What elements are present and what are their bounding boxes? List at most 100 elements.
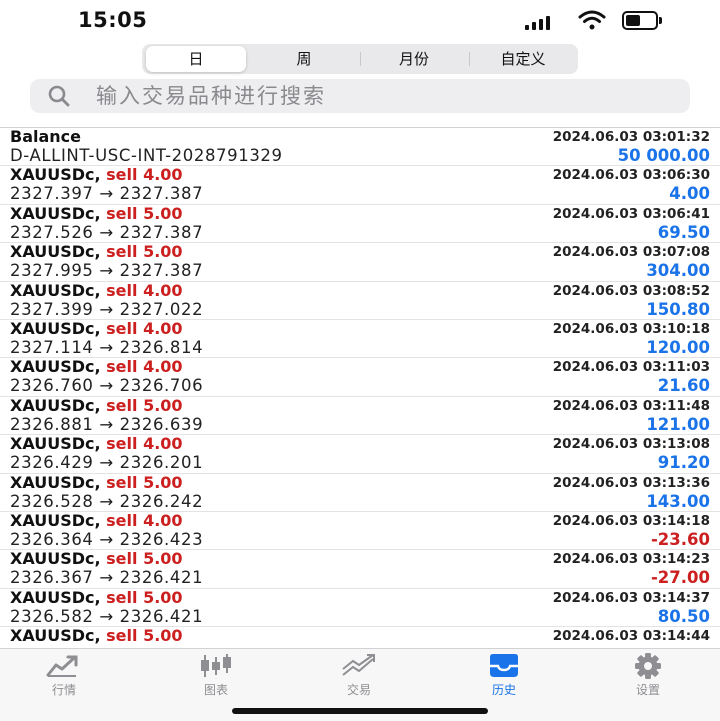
deal-prices: 2326.364 → 2326.423 [10, 529, 204, 549]
deal-title: XAUUSDc, sell 4.00 [10, 435, 183, 453]
deal-time: 2024.06.03 03:08:52 [552, 282, 710, 299]
deal-side-volume: sell 4.00 [106, 318, 183, 338]
deal-title: XAUUSDc, sell 4.00 [10, 166, 183, 184]
search-placeholder: 输入交易品种进行搜索 [96, 84, 326, 108]
deal-time: 2024.06.03 03:14:37 [552, 589, 710, 606]
period-segmented-control: 日 周 月份 自定义 [142, 44, 578, 74]
deal-row[interactable]: XAUUSDc, sell 4.00 2024.06.03 03:14:18 232… [0, 510, 720, 551]
deal-row[interactable]: XAUUSDc, sell 4.00 2024.06.03 03:08:52 232… [0, 280, 720, 320]
deal-time: 2024.06.03 03:14:44 [552, 628, 710, 645]
deal-symbol: XAUUSDc, [10, 395, 101, 415]
deal-symbol: XAUUSDc, [10, 549, 101, 569]
deal-symbol: XAUUSDc, [10, 626, 101, 646]
deal-prices: 2327.399 → 2327.022 [10, 299, 204, 319]
balance-row[interactable]: Balance 2024.06.03 03:01:32 D-ALLINT-USC… [0, 128, 720, 167]
deal-side-volume: sell 5.00 [106, 203, 183, 223]
deal-time: 2024.06.03 03:13:08 [552, 436, 710, 453]
deal-symbol: XAUUSDc, [10, 318, 101, 338]
segment-custom[interactable]: 自定义 [472, 46, 574, 72]
deal-profit: 120.00 [646, 337, 710, 357]
deal-time: 2024.06.03 03:13:36 [552, 474, 710, 491]
status-time: 15:05 [78, 8, 148, 32]
deal-profit: 121.00 [646, 414, 710, 434]
deal-title: XAUUSDc, sell 4.00 [10, 318, 183, 338]
deal-row[interactable]: XAUUSDc, sell 5.00 2024.06.03 03:14:23 232… [0, 550, 720, 589]
tab-quotes[interactable]: 行情 [14, 653, 114, 697]
deal-time: 2024.06.03 03:14:23 [552, 551, 710, 568]
deal-row[interactable]: XAUUSDc, sell 5.00 2024.06.03 03:14:44 [0, 627, 720, 647]
deal-side-volume: sell 5.00 [106, 549, 183, 569]
deal-symbol: XAUUSDc, [10, 434, 101, 454]
deal-row[interactable]: XAUUSDc, sell 5.00 2024.06.03 03:11:48 232… [0, 395, 720, 436]
tab-charts[interactable]: 图表 [166, 653, 266, 697]
deal-title: XAUUSDc, sell 5.00 [10, 472, 183, 492]
cellular-signal-icon [525, 14, 553, 30]
deal-row[interactable]: XAUUSDc, sell 5.00 2024.06.03 03:07:08 232… [0, 243, 720, 282]
deal-row[interactable]: XAUUSDc, sell 5.00 2024.06.03 03:06:41 232… [0, 203, 720, 244]
deal-time: 2024.06.03 03:14:18 [552, 512, 710, 529]
deal-row[interactable]: XAUUSDc, sell 5.00 2024.06.03 03:14:37 232… [0, 587, 720, 628]
tab-label: 行情 [51, 683, 76, 697]
deal-row[interactable]: XAUUSDc, sell 4.00 2024.06.03 03:10:18 232… [0, 318, 720, 359]
deal-title: XAUUSDc, sell 4.00 [10, 280, 183, 300]
deal-row[interactable]: XAUUSDc, sell 4.00 2024.06.03 03:11:03 232… [0, 358, 720, 397]
deal-title: XAUUSDc, sell 4.00 [10, 510, 183, 530]
deal-title: XAUUSDc, sell 5.00 [10, 203, 183, 223]
deal-side-volume: sell 4.00 [106, 280, 183, 300]
deal-side-volume: sell 4.00 [106, 510, 183, 530]
tab-settings[interactable]: 设置 [598, 653, 698, 697]
symbol-search-input[interactable]: 输入交易品种进行搜索 [30, 79, 690, 113]
deal-prices: 2326.528 → 2326.242 [10, 491, 204, 511]
deal-side-volume: sell 5.00 [106, 626, 183, 646]
history-list[interactable]: Balance 2024.06.03 03:01:32 D-ALLINT-USC… [0, 128, 720, 647]
deal-side-volume: sell 5.00 [106, 395, 183, 415]
trade-icon [342, 654, 375, 676]
segment-month[interactable]: 月份 [364, 46, 464, 72]
deal-time: 2024.06.03 03:11:03 [552, 359, 710, 376]
quotes-icon [46, 655, 78, 677]
account-id: D-ALLINT-USC-INT-2028791329 [10, 146, 283, 165]
deal-profit: 4.00 [669, 184, 710, 204]
tab-trade[interactable]: 交易 [309, 653, 409, 697]
deal-side-volume: sell 5.00 [106, 472, 183, 492]
deal-row[interactable]: XAUUSDc, sell 4.00 2024.06.03 03:13:08 232… [0, 435, 720, 474]
balance-title: Balance [10, 128, 81, 146]
deal-prices: 2326.367 → 2326.421 [10, 568, 204, 588]
tab-label: 设置 [635, 683, 660, 697]
deal-row[interactable]: XAUUSDc, sell 5.00 2024.06.03 03:13:36 232… [0, 472, 720, 512]
deal-side-volume: sell 4.00 [106, 357, 183, 377]
wifi-icon [578, 10, 606, 30]
segment-divider [469, 52, 470, 66]
deal-title: XAUUSDc, sell 5.00 [10, 243, 183, 261]
gear-icon [635, 653, 661, 679]
deal-profit: 69.50 [657, 222, 710, 242]
deal-prices: 2327.526 → 2327.387 [10, 222, 204, 242]
deal-title: XAUUSDc, sell 5.00 [10, 587, 183, 607]
deal-symbol: XAUUSDc, [10, 165, 101, 185]
segment-day[interactable]: 日 [146, 46, 246, 72]
deal-time: 2024.06.03 03:11:48 [552, 397, 710, 414]
deal-prices: 2326.582 → 2326.421 [10, 606, 204, 626]
deal-time: 2024.06.03 03:06:41 [552, 205, 710, 222]
deal-profit: 304.00 [646, 261, 710, 281]
deal-symbol: XAUUSDc, [10, 242, 101, 262]
deal-symbol: XAUUSDc, [10, 357, 101, 377]
deal-title: XAUUSDc, sell 5.00 [10, 550, 183, 568]
deal-side-volume: sell 5.00 [106, 587, 183, 607]
deal-title: XAUUSDc, sell 5.00 [10, 627, 183, 645]
tab-history[interactable]: 历史 [454, 653, 554, 697]
deal-title: XAUUSDc, sell 5.00 [10, 395, 183, 415]
deal-symbol: XAUUSDc, [10, 510, 101, 530]
deal-profit: 143.00 [646, 491, 710, 511]
home-indicator [232, 708, 488, 714]
deal-side-volume: sell 4.00 [106, 434, 183, 454]
battery-icon [622, 11, 664, 30]
segment-week[interactable]: 周 [254, 46, 354, 72]
deal-prices: 2326.760 → 2326.706 [10, 376, 204, 396]
deal-prices: 2326.429 → 2326.201 [10, 453, 204, 473]
tab-label: 图表 [203, 683, 228, 697]
deal-title: XAUUSDc, sell 4.00 [10, 358, 183, 376]
deal-row[interactable]: XAUUSDc, sell 4.00 2024.06.03 03:06:30 232… [0, 166, 720, 205]
deal-profit: -27.00 [650, 568, 710, 588]
history-icon [490, 654, 518, 677]
